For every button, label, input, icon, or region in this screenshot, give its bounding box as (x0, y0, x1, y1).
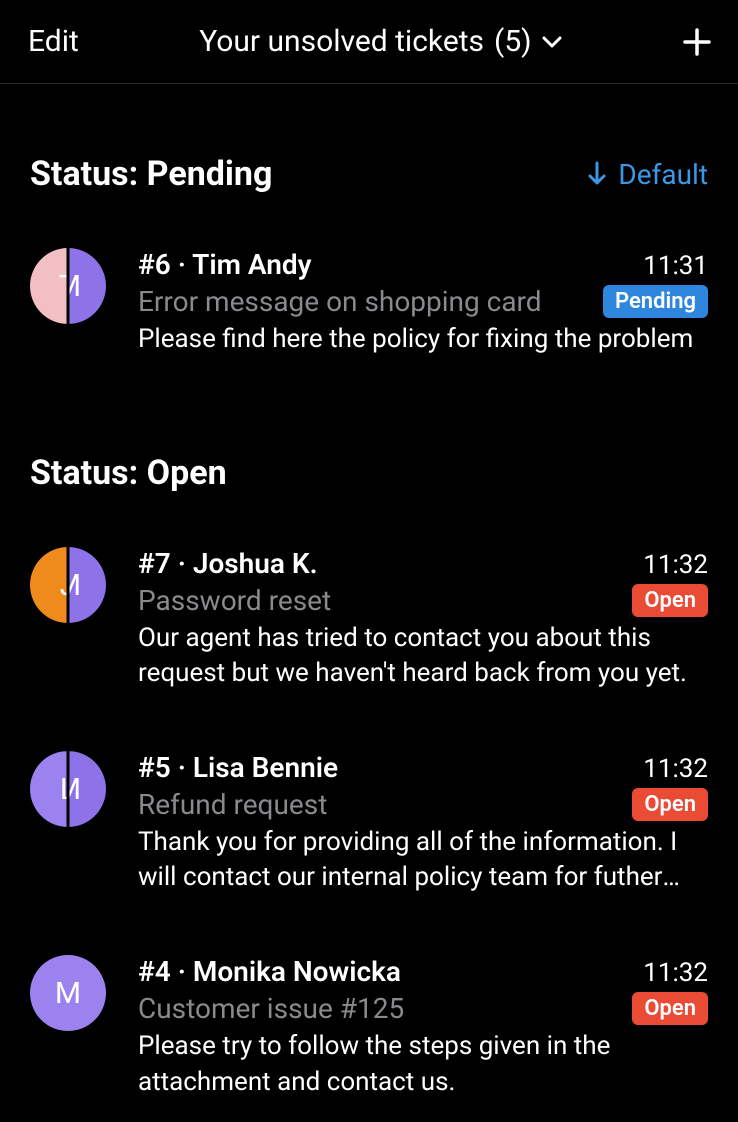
section-title: Status: Open (30, 453, 227, 493)
chevron-down-icon (542, 35, 562, 49)
ticket-body: #5 · Lisa Bennie 11:32 Refund request Open T… (138, 751, 708, 895)
ticket-body: #6 · Tim Andy 11:31 Error message on shopp… (138, 248, 708, 357)
ticket-preview: Please find here the policy for fixing t… (138, 322, 708, 357)
ticket-list: JM #7 · Joshua K. 11:32 Password reset Open O… (0, 547, 738, 1100)
ticket-id-name: #5 · Lisa Bennie (138, 751, 338, 784)
ticket-id-name: #7 · Joshua K. (138, 547, 318, 580)
header: Edit Your unsolved tickets (5) (0, 0, 738, 84)
header-title: Your unsolved tickets (199, 24, 484, 59)
ticket-subject: Refund request (138, 788, 327, 821)
ticket-id-name: #4 · Monika Nowicka (138, 955, 401, 988)
ticket-item[interactable]: JM #7 · Joshua K. 11:32 Password reset Open O… (0, 547, 738, 691)
status-badge: Pending (603, 285, 708, 318)
add-button[interactable] (682, 27, 712, 57)
sort-label: Default (618, 158, 708, 191)
ticket-preview: Our agent has tried to contact you about… (138, 621, 708, 691)
ticket-time: 11:32 (643, 754, 708, 784)
avatar: M (30, 955, 106, 1031)
ticket-time: 11:31 (643, 251, 708, 281)
ticket-body: #4 · Monika Nowicka 11:32 Customer issue #… (138, 955, 708, 1099)
status-badge: Open (632, 992, 708, 1025)
header-count: (5) (494, 24, 532, 59)
ticket-time: 11:32 (643, 958, 708, 988)
ticket-preview: Please try to follow the steps given in … (138, 1029, 708, 1099)
ticket-subject: Error message on shopping card (138, 285, 542, 318)
section-header: Status: Pending Default (0, 154, 738, 194)
sort-button[interactable]: Default (586, 158, 708, 191)
avatar: LM (30, 751, 106, 827)
section-title: Status: Pending (30, 154, 272, 194)
ticket-item[interactable]: M #4 · Monika Nowicka 11:32 Customer issue … (0, 955, 738, 1099)
ticket-body: #7 · Joshua K. 11:32 Password reset Open Our… (138, 547, 708, 691)
edit-button[interactable]: Edit (28, 24, 79, 59)
ticket-subject: Customer issue #125 (138, 992, 404, 1025)
ticket-item[interactable]: TM #6 · Tim Andy 11:31 Error message on sho… (0, 248, 738, 357)
ticket-preview: Thank you for providing all of the infor… (138, 825, 708, 895)
arrow-down-icon (586, 161, 608, 187)
status-badge: Open (632, 584, 708, 617)
section-header: Status: Open (0, 453, 738, 493)
avatar-single: M (30, 955, 106, 1031)
ticket-id-name: #6 · Tim Andy (138, 248, 312, 281)
avatar: TM (30, 248, 106, 324)
ticket-list: TM #6 · Tim Andy 11:31 Error message on sho… (0, 248, 738, 357)
status-badge: Open (632, 788, 708, 821)
ticket-item[interactable]: LM #5 · Lisa Bennie 11:32 Refund request Ope… (0, 751, 738, 895)
ticket-list-container: Status: Pending Default TM #6 · Tim Andy 11:… (0, 154, 738, 1100)
ticket-time: 11:32 (643, 550, 708, 580)
view-selector[interactable]: Your unsolved tickets (5) (79, 24, 682, 59)
avatar: JM (30, 547, 106, 623)
ticket-subject: Password reset (138, 584, 331, 617)
